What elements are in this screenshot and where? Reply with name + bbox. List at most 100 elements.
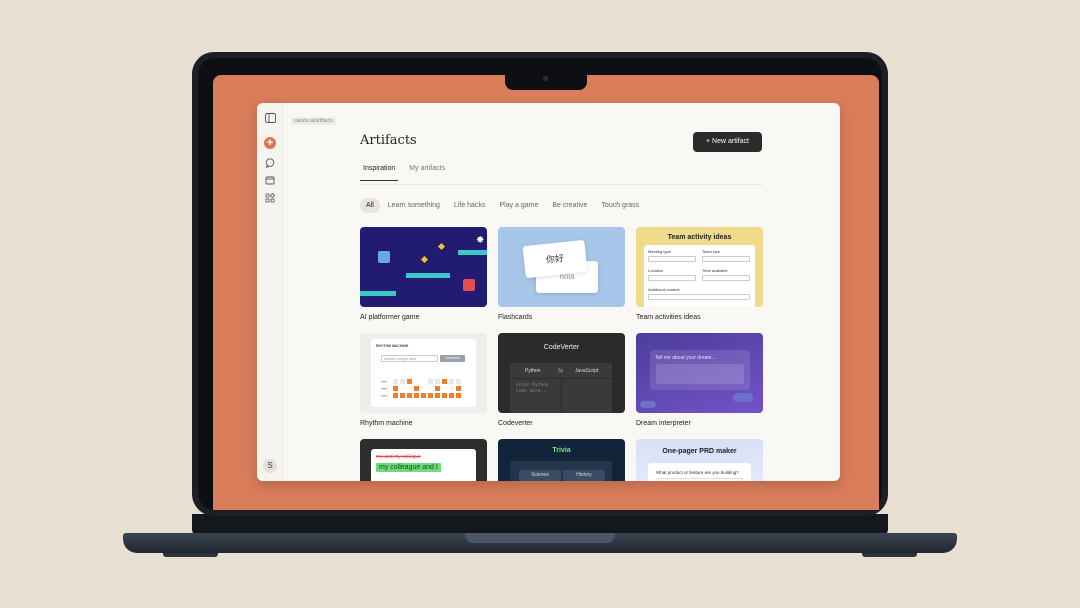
- artifact-grid: ✸ AI platformer game hola 你好 Flashcards: [360, 227, 763, 481]
- code-from-language: Python: [525, 368, 541, 374]
- card-prd-maker[interactable]: One-pager PRD maker What product or feat…: [636, 439, 763, 481]
- laptop-foot-right: [862, 553, 917, 557]
- card-codeverter[interactable]: CodeVerter Python ⇆ JavaScript Enter Pyt…: [498, 333, 625, 439]
- rhythm-panel: RHYTHM MACHINE ambient lounge beat Gener…: [371, 339, 476, 407]
- form-select: [702, 275, 750, 281]
- card-dream-interpreter[interactable]: Tell me about your dream... Dream interp…: [636, 333, 763, 439]
- avatar[interactable]: S: [263, 459, 277, 473]
- flashcard-front: 你好: [522, 239, 588, 279]
- form-label: Additional context: [648, 287, 680, 292]
- dream-thumbnail: Tell me about your dream...: [636, 333, 763, 413]
- flashcards-thumbnail: hola 你好: [498, 227, 625, 307]
- filter-play-a-game[interactable]: Play a game: [493, 198, 544, 213]
- card-label: Rhythm machine: [360, 420, 413, 427]
- platform: [406, 273, 450, 278]
- new-chat-icon[interactable]: +: [264, 137, 276, 149]
- prd-title: One-pager PRD maker: [662, 448, 737, 455]
- code-input: Enter Python code here...: [516, 383, 549, 394]
- prd-input: [656, 478, 743, 481]
- card-label: AI platformer game: [360, 314, 420, 321]
- divider: [561, 378, 562, 413]
- new-artifact-button[interactable]: + New artifact: [693, 132, 762, 152]
- trivia-option: Science: [519, 470, 561, 481]
- trivia-option: History: [563, 470, 605, 481]
- card-flashcards[interactable]: hola 你好 Flashcards: [498, 227, 625, 333]
- prd-thumbnail: One-pager PRD maker What product or feat…: [636, 439, 763, 481]
- cloud-icon: [733, 393, 753, 402]
- filter-all[interactable]: All: [360, 198, 380, 213]
- tab-my-artifacts[interactable]: My artifacts: [406, 165, 448, 181]
- codeverter-title: CodeVerter: [543, 344, 580, 351]
- form-label: Team size: [702, 249, 721, 254]
- filter-life-hacks[interactable]: Life hacks: [448, 198, 492, 213]
- card-label: Flashcards: [498, 314, 533, 321]
- laptop-notch: [505, 70, 587, 90]
- enemy-sprite: [463, 279, 475, 291]
- sidebar-toggle-icon[interactable]: [264, 113, 276, 125]
- laptop-base-lip: [192, 514, 888, 534]
- trivia-title: Trivia: [552, 447, 571, 454]
- page-title: Artifacts: [360, 133, 417, 148]
- category-filters: All Learn something Life hacks Play a ga…: [360, 198, 645, 213]
- platform: [360, 291, 396, 296]
- chat-icon[interactable]: [264, 158, 276, 170]
- codeverter-thumbnail: CodeVerter Python ⇆ JavaScript Enter Pyt…: [498, 333, 625, 413]
- cloud-icon: [640, 401, 656, 408]
- artifacts-icon[interactable]: [264, 192, 276, 205]
- card-ai-platformer-game[interactable]: ✸ AI platformer game: [360, 227, 487, 333]
- tab-bar: Inspiration My artifacts: [360, 165, 448, 181]
- app-window: + S claude.ai/artifacts Artifacts + New: [257, 103, 840, 481]
- prd-question: What product or feature are you building…: [656, 470, 739, 475]
- card-trivia[interactable]: Trivia Science History: [498, 439, 625, 481]
- laptop-hinge: [465, 533, 615, 543]
- team-title: Team activity ideas: [667, 234, 732, 241]
- coin-icon: [420, 255, 429, 264]
- laptop-lid: + S claude.ai/artifacts Artifacts + New: [192, 52, 888, 516]
- struck-text: me and my collegue: [376, 454, 421, 460]
- dream-input: Tell me about your dream...: [650, 350, 750, 390]
- rhythm-grid: [381, 379, 461, 398]
- form-select: [702, 256, 750, 262]
- prd-panel: What product or feature are you building…: [648, 463, 751, 481]
- form-select: [648, 275, 696, 281]
- filter-learn-something[interactable]: Learn something: [382, 198, 446, 213]
- filter-touch-grass[interactable]: Touch grass: [595, 198, 645, 213]
- coin-icon: [437, 242, 446, 251]
- filter-be-creative[interactable]: Be creative: [546, 198, 593, 213]
- card-writing-editor[interactable]: me and my collegue my colleague and I: [360, 439, 487, 481]
- player-sprite: [378, 251, 390, 263]
- form-label: Location: [648, 268, 664, 273]
- codeverter-panel: Python ⇆ JavaScript Enter Python code he…: [510, 363, 612, 413]
- platform: [458, 250, 487, 255]
- dream-textarea: [656, 364, 744, 384]
- laptop-bezel: + S claude.ai/artifacts Artifacts + New: [198, 58, 882, 510]
- form-label: Meeting type: [648, 249, 671, 254]
- form-select: [648, 256, 696, 262]
- sidebar: + S: [257, 103, 283, 481]
- new-artifact-label: New artifact: [712, 138, 749, 145]
- tab-inspiration[interactable]: Inspiration: [360, 165, 399, 181]
- card-label: Codeverter: [498, 420, 533, 427]
- editor-panel: me and my collegue my colleague and I: [371, 449, 476, 481]
- platformer-thumbnail: ✸: [360, 227, 487, 307]
- projects-icon[interactable]: [264, 175, 276, 187]
- tab-divider: [360, 184, 763, 185]
- swap-icon: ⇆: [558, 368, 564, 374]
- form-textarea: [648, 294, 750, 300]
- code-to-language: JavaScript: [575, 368, 599, 374]
- card-label: Dream interpreter: [636, 420, 691, 427]
- card-rhythm-machine[interactable]: RHYTHM MACHINE ambient lounge beat Gener…: [360, 333, 487, 439]
- laptop-screen: + S claude.ai/artifacts Artifacts + New: [213, 75, 879, 510]
- trivia-thumbnail: Trivia Science History: [498, 439, 625, 481]
- star-icon: ✸: [476, 235, 485, 246]
- corrected-text: my colleague and I: [376, 463, 441, 472]
- form-label: Time available: [702, 268, 728, 273]
- card-label: Team activities ideas: [636, 314, 701, 321]
- team-form: Meeting type Team size Location Time ava…: [644, 245, 755, 307]
- rhythm-thumbnail: RHYTHM MACHINE ambient lounge beat Gener…: [360, 333, 487, 413]
- trivia-panel: Science History: [510, 461, 612, 481]
- card-team-activities[interactable]: Team activity ideas Meeting type Team si…: [636, 227, 763, 333]
- url-label: claude.ai/artifacts: [291, 117, 336, 125]
- laptop-foot-left: [163, 553, 218, 557]
- team-thumbnail: Team activity ideas Meeting type Team si…: [636, 227, 763, 307]
